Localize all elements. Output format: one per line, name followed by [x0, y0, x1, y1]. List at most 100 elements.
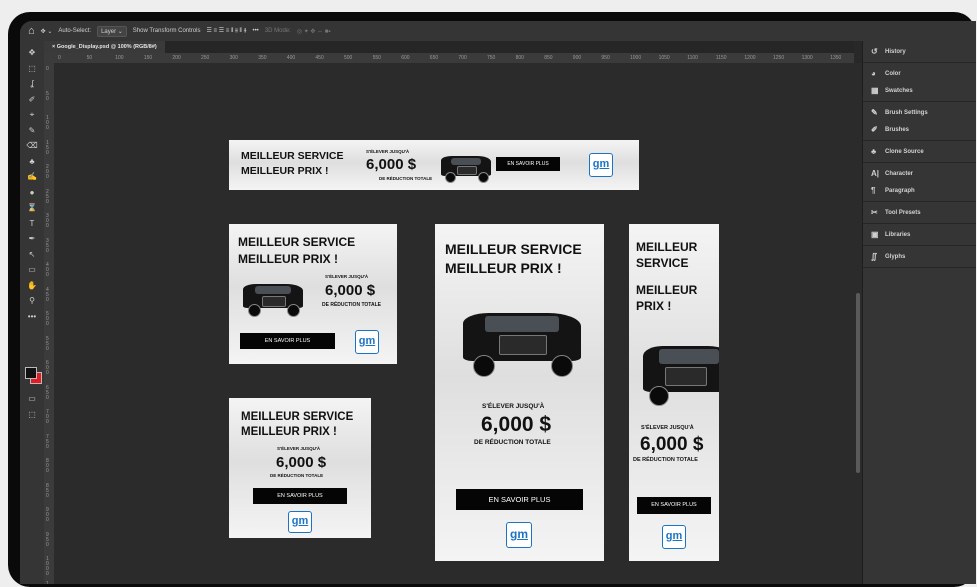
tool-icon[interactable]: ⌖ — [20, 109, 44, 120]
panel-color[interactable]: ◕ Color — [863, 65, 976, 82]
panel-clone-source[interactable]: ♣ Clone Source — [863, 143, 976, 160]
cta-button[interactable]: EN SAVOIR PLUS — [240, 333, 335, 349]
foreground-color-swatch[interactable] — [25, 367, 37, 379]
ruler-tick: 1 0 0 0 — [46, 556, 49, 577]
banner-medium-rectangle[interactable]: MEILLEUR SERVICE MEILLEUR PRIX ! S'ÉLEVE… — [229, 224, 397, 364]
auto-select-checkbox[interactable]: Auto-Select: — [58, 28, 91, 34]
panel-label: Tool Presets — [885, 209, 921, 216]
tool-icon[interactable]: ✒ — [20, 233, 44, 244]
ruler-tick: 200 — [172, 55, 181, 61]
banner-headline-line1: MEILLEUR SERVICE — [238, 235, 356, 249]
panel-brush-settings[interactable]: ✎ Brush Settings — [863, 104, 976, 121]
banner-square[interactable]: MEILLEUR SERVICE MEILLEUR PRIX ! S'ÉLEVE… — [229, 398, 371, 538]
banner-discount: DE RÉDUCTION TOTALE — [633, 457, 698, 463]
ruler-tick: 550 — [372, 55, 381, 61]
scrollbar-thumb[interactable] — [856, 293, 860, 473]
cta-button[interactable]: EN SAVOIR PLUS — [496, 157, 560, 171]
ruler-tick: 100 — [115, 55, 124, 61]
tool-icon[interactable]: ✐ — [20, 94, 44, 105]
banner-headline-line1: MEILLEUR — [636, 240, 698, 254]
truck-image — [463, 299, 581, 377]
tool-icon[interactable]: ✎ — [20, 125, 44, 136]
ruler-tick: 5 0 0 — [46, 311, 49, 327]
panel-glyphs[interactable]: ∬ Glyphs — [863, 248, 976, 265]
truck-image — [441, 148, 491, 183]
panel-brushes[interactable]: ✐ Brushes — [863, 121, 976, 138]
options-bar: ⌂ ✥ ⌄ Auto-Select: Layer ⌄ Show Transfor… — [20, 21, 976, 41]
banner-amount: 6,000 $ — [640, 434, 704, 455]
cta-button[interactable]: EN SAVOIR PLUS — [253, 488, 347, 504]
quick-mask-icon[interactable]: ▭ — [20, 393, 44, 404]
panel-label: Brushes — [885, 126, 910, 133]
ruler-tick: 950 — [601, 55, 610, 61]
panel-character[interactable]: A| Character — [863, 165, 976, 182]
banner-headline-line2: MEILLEUR PRIX ! — [238, 252, 339, 266]
ruler-tick: 6 0 0 — [46, 360, 49, 376]
banner-upto: S'ÉLEVER JUSQU'À — [366, 149, 410, 154]
gm-logo: gm — [355, 330, 379, 354]
panel-history[interactable]: ↺ History — [863, 43, 976, 60]
home-icon[interactable]: ⌂ — [28, 25, 35, 37]
tool-icon[interactable]: ♣ — [20, 156, 44, 167]
banner-leaderboard[interactable]: MEILLEUR SERVICE MEILLEUR PRIX ! S'ÉLEVE… — [229, 140, 639, 190]
vertical-scrollbar[interactable] — [854, 63, 862, 584]
screen-mode-icon[interactable]: ⬚ — [20, 409, 44, 420]
panel-label: Clone Source — [885, 148, 924, 155]
banner-skyscraper[interactable]: MEILLEUR SERVICE MEILLEUR PRIX ! S'ÉLEVE… — [629, 224, 719, 561]
cta-button[interactable]: EN SAVOIR PLUS — [637, 497, 711, 514]
tool-icon[interactable]: T — [20, 218, 44, 229]
ruler-tick: 6 5 0 — [46, 384, 49, 401]
document-tab[interactable]: × Google_Display.psd @ 100% (RGB/8#) — [44, 41, 165, 53]
tool-icon[interactable]: ✍ — [20, 171, 44, 182]
banner-discount: DE RÉDUCTION TOTALE — [322, 302, 381, 308]
right-panels: ↺ History ◕ Color ▦ Swatches ✎ Brush Settings ✐ B… — [862, 41, 976, 584]
document-tab-title: Google_Display.psd @ 100% (RGB/8#) — [56, 44, 157, 50]
tool-icon[interactable]: ✋ — [20, 280, 44, 291]
panel-label: Color — [885, 70, 901, 77]
panel-swatches[interactable]: ▦ Swatches — [863, 82, 976, 99]
gm-logo: gm — [589, 153, 613, 177]
show-transform-controls-checkbox[interactable]: Show Transform Controls — [133, 28, 201, 34]
canvas-area[interactable]: MEILLEUR SERVICE MEILLEUR PRIX ! S'ÉLEVE… — [54, 63, 854, 584]
ruler-tick: 50 — [86, 55, 93, 61]
banner-headline-line2: MEILLEUR PRIX ! — [241, 426, 337, 438]
ruler-tick: 1 0 0 — [46, 115, 49, 131]
panel-group: A| Character ¶ Paragraph — [863, 163, 976, 202]
ruler-tick: 1250 — [773, 55, 785, 61]
ruler-tick: 1 5 0 — [46, 139, 49, 156]
banner-discount: DE RÉDUCTION TOTALE — [379, 176, 433, 181]
panel-libraries[interactable]: ▣ Libraries — [863, 226, 976, 243]
tool-icon[interactable]: ✥ — [20, 47, 44, 58]
tablet-frame: ⌂ ✥ ⌄ Auto-Select: Layer ⌄ Show Transfor… — [8, 12, 976, 587]
tool-icon[interactable]: ↖ — [20, 249, 44, 260]
banner-amount: 6,000 $ — [325, 282, 376, 299]
ruler-tick: 8 0 0 — [46, 458, 49, 474]
more-options-button[interactable]: ••• — [252, 28, 258, 34]
tool-icon[interactable]: ● — [20, 187, 44, 198]
tool-icon[interactable]: ⌛ — [20, 202, 44, 213]
brushes-icon: ✐ — [871, 125, 878, 134]
align-icons[interactable]: ☰ ≡ ☰ ≡ ⫴ ⫵ ⫴ ⫵ — [206, 27, 246, 35]
tool-icon[interactable]: ⚲ — [20, 295, 44, 306]
tool-icon[interactable]: ʆ — [20, 78, 44, 89]
ruler-tick: 800 — [515, 55, 524, 61]
libraries-icon: ▣ — [871, 230, 879, 239]
tool-icon[interactable]: ⌫ — [20, 140, 44, 151]
panel-tool-presets[interactable]: ✂ Tool Presets — [863, 204, 976, 221]
gm-logo-text: gm — [592, 158, 610, 170]
panel-paragraph[interactable]: ¶ Paragraph — [863, 182, 976, 199]
tool-icon[interactable]: ⬚ — [20, 63, 44, 74]
banner-upto: S'ÉLEVER JUSQU'À — [641, 425, 694, 431]
gm-logo-text: gm — [510, 527, 528, 541]
cta-button[interactable]: EN SAVOIR PLUS — [456, 489, 583, 510]
ruler-tick: 650 — [429, 55, 439, 61]
ruler-tick: 900 — [572, 55, 582, 61]
tool-icon[interactable]: ••• — [20, 311, 44, 322]
ruler-tick: 150 — [143, 55, 153, 61]
ruler-tick: 8 5 0 — [46, 482, 49, 499]
move-tool-icon[interactable]: ✥ ⌄ — [41, 28, 53, 35]
mode-3d-icons[interactable]: ◎ ✦ ✥ ⇔ ■▪ — [297, 28, 331, 35]
banner-half-page[interactable]: MEILLEUR SERVICE MEILLEUR PRIX ! S'ÉLEVE… — [435, 224, 604, 561]
layer-dropdown[interactable]: Layer ⌄ — [97, 25, 127, 37]
tool-icon[interactable]: ▭ — [20, 264, 44, 275]
